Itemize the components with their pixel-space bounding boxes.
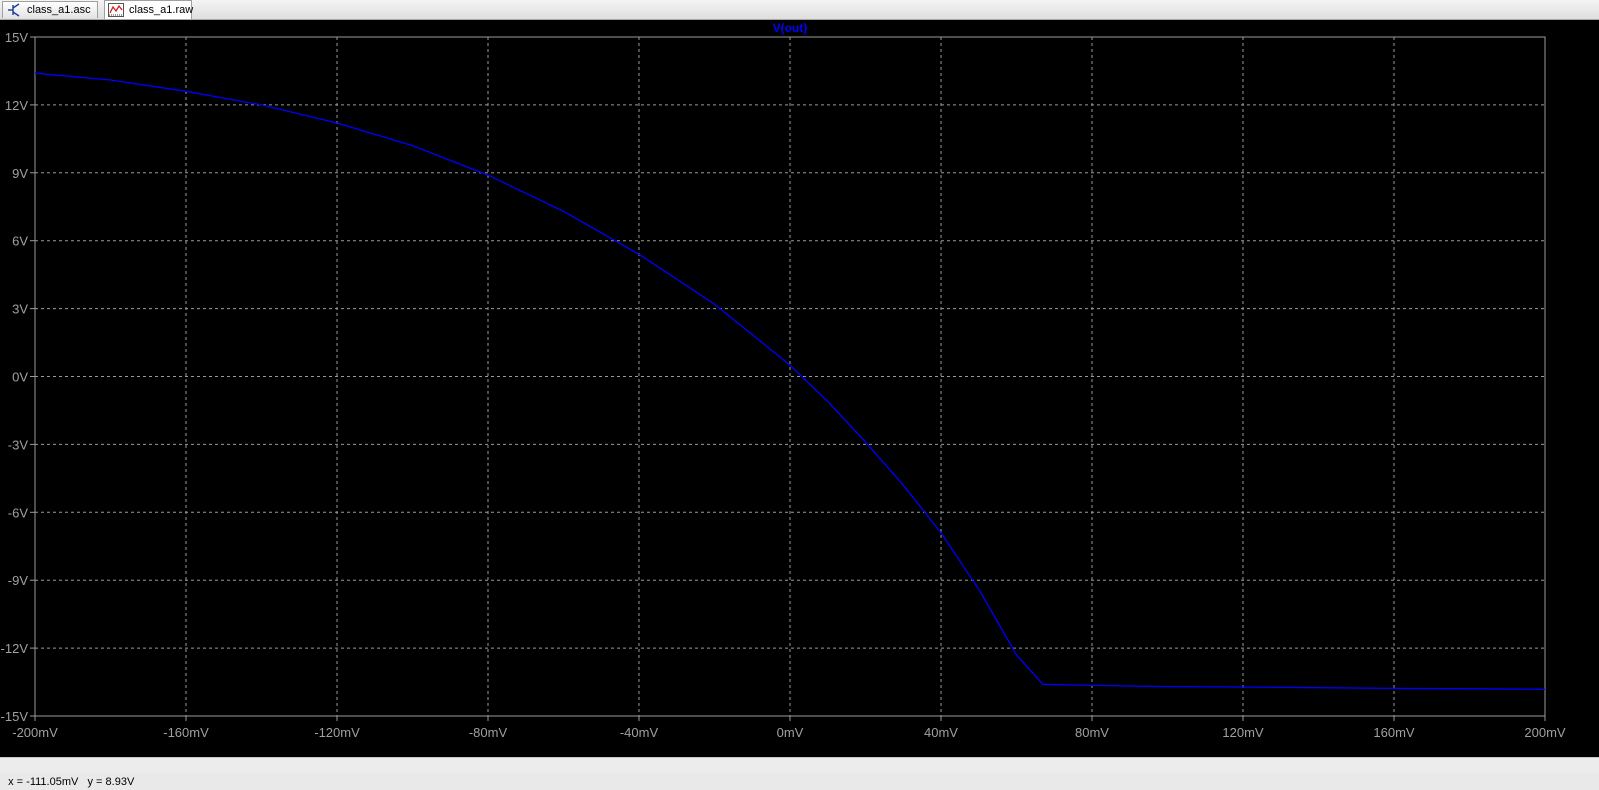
- x-tick-label: 120mV: [1222, 725, 1264, 740]
- tab-waveform-label: class_a1.raw: [129, 4, 193, 16]
- y-tick-label: -15V: [1, 709, 29, 724]
- x-tick-label: 40mV: [924, 725, 958, 740]
- y-tick-label: 0V: [12, 370, 28, 385]
- waveform-icon: [108, 3, 124, 17]
- y-tick-label: -9V: [8, 573, 29, 588]
- x-tick-label: 200mV: [1524, 725, 1566, 740]
- tab-waveform[interactable]: class_a1.raw: [104, 0, 192, 19]
- x-tick-label: 160mV: [1373, 725, 1415, 740]
- x-tick-label: -160mV: [163, 725, 209, 740]
- x-tick-label: -200mV: [12, 725, 58, 740]
- schematic-icon: [6, 3, 22, 17]
- y-tick-label: 12V: [5, 98, 28, 113]
- cursor-readout: x = -111.05mV y = 8.93V: [8, 776, 134, 788]
- x-tick-label: 80mV: [1075, 725, 1109, 740]
- y-tick-label: 15V: [5, 30, 28, 45]
- trace-label[interactable]: V(out): [773, 21, 808, 35]
- waveform-plot-pane[interactable]: -200mV -160mV -120mV -80mV -40mV 0mV 40mV 80mV 1…: [0, 20, 1599, 757]
- y-tick-label: 9V: [12, 166, 28, 181]
- x-tick-label: -80mV: [469, 725, 508, 740]
- y-tick-label: 3V: [12, 302, 28, 317]
- x-tick-label: -40mV: [620, 725, 659, 740]
- tab-schematic-label: class_a1.asc: [27, 4, 91, 16]
- status-bar: x = -111.05mV y = 8.93V: [0, 757, 1599, 773]
- x-tick-label: -120mV: [314, 725, 360, 740]
- tab-bar: class_a1.asc class_a1.raw: [0, 0, 1599, 20]
- y-tick-label: -12V: [1, 641, 29, 656]
- y-tick-label: 6V: [12, 234, 28, 249]
- y-tick-label: -3V: [8, 437, 29, 452]
- y-tick-label: -6V: [8, 505, 29, 520]
- x-tick-label: 0mV: [777, 725, 804, 740]
- tab-schematic[interactable]: class_a1.asc: [2, 1, 98, 18]
- waveform-plot[interactable]: -200mV -160mV -120mV -80mV -40mV 0mV 40mV 80mV 1…: [0, 20, 1599, 757]
